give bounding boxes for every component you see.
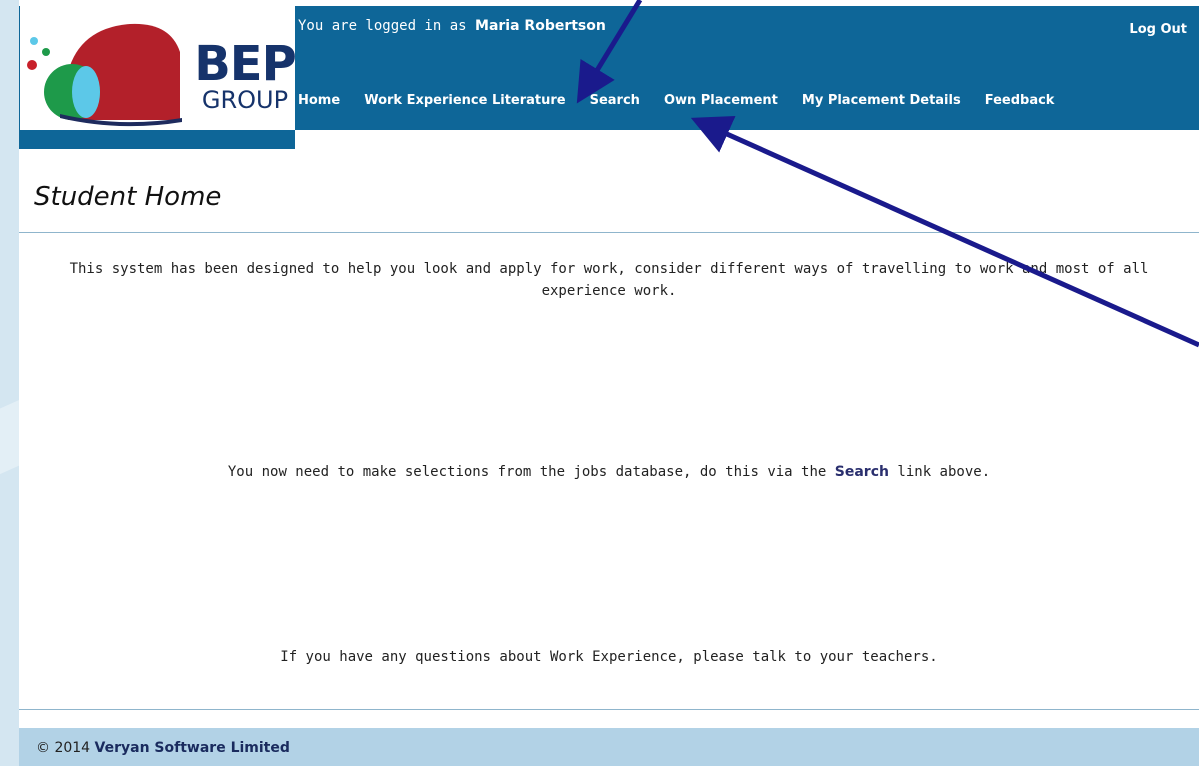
header-accent <box>19 130 295 149</box>
company-name: Veryan Software Limited <box>94 740 290 756</box>
nav-work-experience-literature[interactable]: Work Experience Literature <box>364 93 565 108</box>
nav-home[interactable]: Home <box>298 93 340 108</box>
nav-search[interactable]: Search <box>590 93 640 108</box>
main-nav: Home Work Experience Literature Search O… <box>298 93 1054 108</box>
logo-subtitle: GROUP <box>201 86 289 114</box>
nav-feedback[interactable]: Feedback <box>985 93 1055 108</box>
page: BEP GROUP You are logged in as Maria Rob… <box>19 0 1199 766</box>
copyright-year: © 2014 <box>36 740 91 756</box>
intro-text: This system has been designed to help yo… <box>69 261 1149 299</box>
page-title: Student Home <box>34 182 222 212</box>
nav-own-placement[interactable]: Own Placement <box>664 93 778 108</box>
login-prefix: You are logged in as <box>298 18 467 34</box>
logout-link[interactable]: Log Out <box>1129 22 1187 37</box>
user-name: Maria Robertson <box>475 18 606 34</box>
logo-wordmark: BEP <box>194 36 297 92</box>
footer-copyright: © 2014 Veryan Software Limited <box>36 740 290 756</box>
login-status: You are logged in as Maria Robertson <box>298 18 606 34</box>
search-inline-link[interactable]: Search <box>835 464 889 480</box>
instruction-text-after: link above. <box>897 464 991 480</box>
search-instruction: You now need to make selections from the… <box>19 464 1199 480</box>
footer: © 2014 Veryan Software Limited <box>19 728 1199 766</box>
title-divider <box>19 232 1199 233</box>
footer-divider <box>19 709 1199 710</box>
questions-text: If you have any questions about Work Exp… <box>280 649 938 665</box>
bep-group-logo[interactable]: BEP GROUP <box>20 2 297 130</box>
instruction-text-before: You now need to make selections from the… <box>227 464 827 480</box>
nav-my-placement-details[interactable]: My Placement Details <box>802 93 961 108</box>
